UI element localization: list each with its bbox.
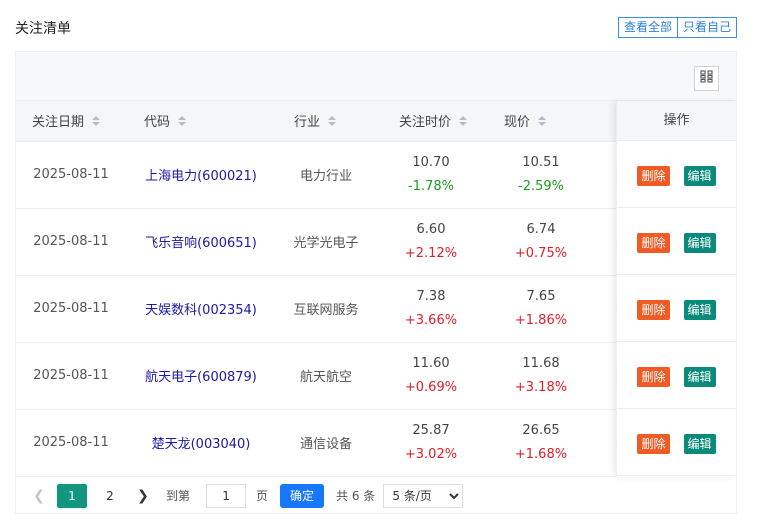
delete-button[interactable]: 删除 (637, 300, 670, 320)
next-page-icon[interactable]: ❯ (134, 488, 152, 504)
stock-link[interactable]: 飞乐音响(600651) (145, 236, 257, 251)
delete-button[interactable]: 删除 (637, 367, 670, 387)
stock-link[interactable]: 上海电力(600021) (145, 169, 257, 184)
cell-current-price: 7.65 +1.86% (486, 275, 596, 343)
ops-row: 删除 编辑 (617, 275, 736, 342)
page-number-input[interactable] (206, 483, 247, 508)
col-header-current-price[interactable]: 现价 (486, 101, 596, 142)
current-price-value: 10.51 (522, 154, 560, 170)
page-number-2[interactable]: 2 (95, 484, 125, 508)
cell-industry: 航天航空 (276, 342, 376, 410)
ops-row: 删除 编辑 (617, 409, 736, 476)
follow-price-value: 11.60 (412, 355, 450, 371)
pagination: ❮ 12 ❯ 到第 页 确定 共 6 条 5 条/页 (16, 477, 736, 513)
cell-code: 楚天龙(003040) (126, 409, 276, 477)
stock-link[interactable]: 天娱数科(002354) (145, 303, 257, 318)
edit-button[interactable]: 编辑 (683, 300, 716, 320)
cell-follow-price: 6.60 +2.12% (376, 208, 486, 276)
cell-industry: 互联网服务 (276, 275, 376, 343)
edit-button[interactable]: 编辑 (683, 434, 716, 454)
view-toggle-group: 查看全部 只看自己 (617, 17, 737, 38)
cell-code: 上海电力(600021) (126, 141, 276, 209)
cell-date: 2025-08-11 (16, 342, 126, 410)
page-suffix-label: 页 (256, 489, 269, 503)
cell-industry: 电力行业 (276, 141, 376, 209)
current-price-value: 11.68 (522, 355, 560, 371)
sort-icon[interactable] (328, 115, 337, 126)
cell-current-price: 26.65 +1.68% (486, 409, 596, 477)
cell-current-price: 6.74 +0.75% (486, 208, 596, 276)
follow-price-value: 7.38 (416, 288, 446, 304)
edit-button[interactable]: 编辑 (683, 233, 716, 253)
page-number-1[interactable]: 1 (57, 483, 87, 508)
cell-date: 2025-08-11 (16, 141, 126, 209)
current-change-value: +3.18% (514, 379, 568, 395)
prev-page-icon[interactable]: ❮ (30, 488, 48, 504)
cell-follow-price: 7.38 +3.66% (376, 275, 486, 343)
page-size-select[interactable]: 5 条/页 (383, 483, 464, 508)
cell-current-price: 10.51 -2.59% (486, 141, 596, 209)
edit-button[interactable]: 编辑 (683, 367, 716, 387)
col-header-follow-price[interactable]: 关注时价 (376, 101, 486, 142)
follow-price-value: 6.60 (416, 221, 446, 237)
page-title: 关注清单 (15, 21, 71, 37)
view-all-button[interactable]: 查看全部 (617, 17, 678, 38)
current-change-value: -2.59% (518, 178, 564, 194)
total-count: 共 6 条 (336, 489, 376, 503)
confirm-button[interactable]: 确定 (280, 483, 325, 508)
column-settings-button[interactable] (694, 66, 719, 91)
cell-date: 2025-08-11 (16, 275, 126, 343)
col-header-ops: 操作 (617, 101, 736, 141)
cell-code: 航天电子(600879) (126, 342, 276, 410)
stock-link[interactable]: 航天电子(600879) (145, 370, 257, 385)
edit-button[interactable]: 编辑 (683, 166, 716, 186)
table-toolbar (16, 52, 736, 101)
delete-button[interactable]: 删除 (637, 233, 670, 253)
current-price-value: 6.74 (526, 221, 556, 237)
follow-change-value: +2.12% (404, 245, 458, 261)
cell-follow-price: 25.87 +3.02% (376, 409, 486, 477)
watchlist-panel: 关注日期 代码 行业 关注时价 现价 2025-08-11 上海电力(60002… (15, 51, 737, 514)
cell-code: 天娱数科(002354) (126, 275, 276, 343)
cell-date: 2025-08-11 (16, 208, 126, 276)
ops-row: 删除 编辑 (617, 141, 736, 208)
follow-change-value: +0.69% (404, 379, 458, 395)
follow-change-value: +3.02% (404, 446, 458, 462)
cell-date: 2025-08-11 (16, 409, 126, 477)
sort-icon[interactable] (178, 115, 187, 126)
view-mine-button[interactable]: 只看自己 (677, 17, 737, 38)
ops-column: 操作 删除 编辑 删除 编辑 删除 编辑 删除 编辑 删除 编辑 (616, 101, 736, 477)
delete-button[interactable]: 删除 (637, 434, 670, 454)
cell-follow-price: 10.70 -1.78% (376, 141, 486, 209)
cell-industry: 光学光电子 (276, 208, 376, 276)
grid-icon (700, 70, 713, 87)
cell-follow-price: 11.60 +0.69% (376, 342, 486, 410)
current-price-value: 26.65 (522, 422, 560, 438)
stock-link[interactable]: 楚天龙(003040) (152, 437, 251, 452)
sort-icon[interactable] (92, 115, 101, 126)
col-header-code[interactable]: 代码 (126, 101, 276, 142)
ops-row: 删除 编辑 (617, 342, 736, 409)
current-change-value: +1.68% (514, 446, 568, 462)
follow-price-value: 10.70 (412, 154, 450, 170)
current-price-value: 7.65 (526, 288, 556, 304)
follow-change-value: -1.78% (408, 178, 454, 194)
follow-change-value: +3.66% (404, 312, 458, 328)
current-change-value: +1.86% (514, 312, 568, 328)
col-header-date[interactable]: 关注日期 (16, 101, 126, 142)
cell-industry: 通信设备 (276, 409, 376, 477)
goto-label: 到第 (166, 489, 191, 503)
delete-button[interactable]: 删除 (637, 166, 670, 186)
cell-current-price: 11.68 +3.18% (486, 342, 596, 410)
cell-code: 飞乐音响(600651) (126, 208, 276, 276)
sort-icon[interactable] (538, 115, 547, 126)
ops-row: 删除 编辑 (617, 208, 736, 275)
sort-icon[interactable] (459, 115, 468, 126)
col-header-industry[interactable]: 行业 (276, 101, 376, 142)
follow-price-value: 25.87 (412, 422, 450, 438)
current-change-value: +0.75% (514, 245, 568, 261)
